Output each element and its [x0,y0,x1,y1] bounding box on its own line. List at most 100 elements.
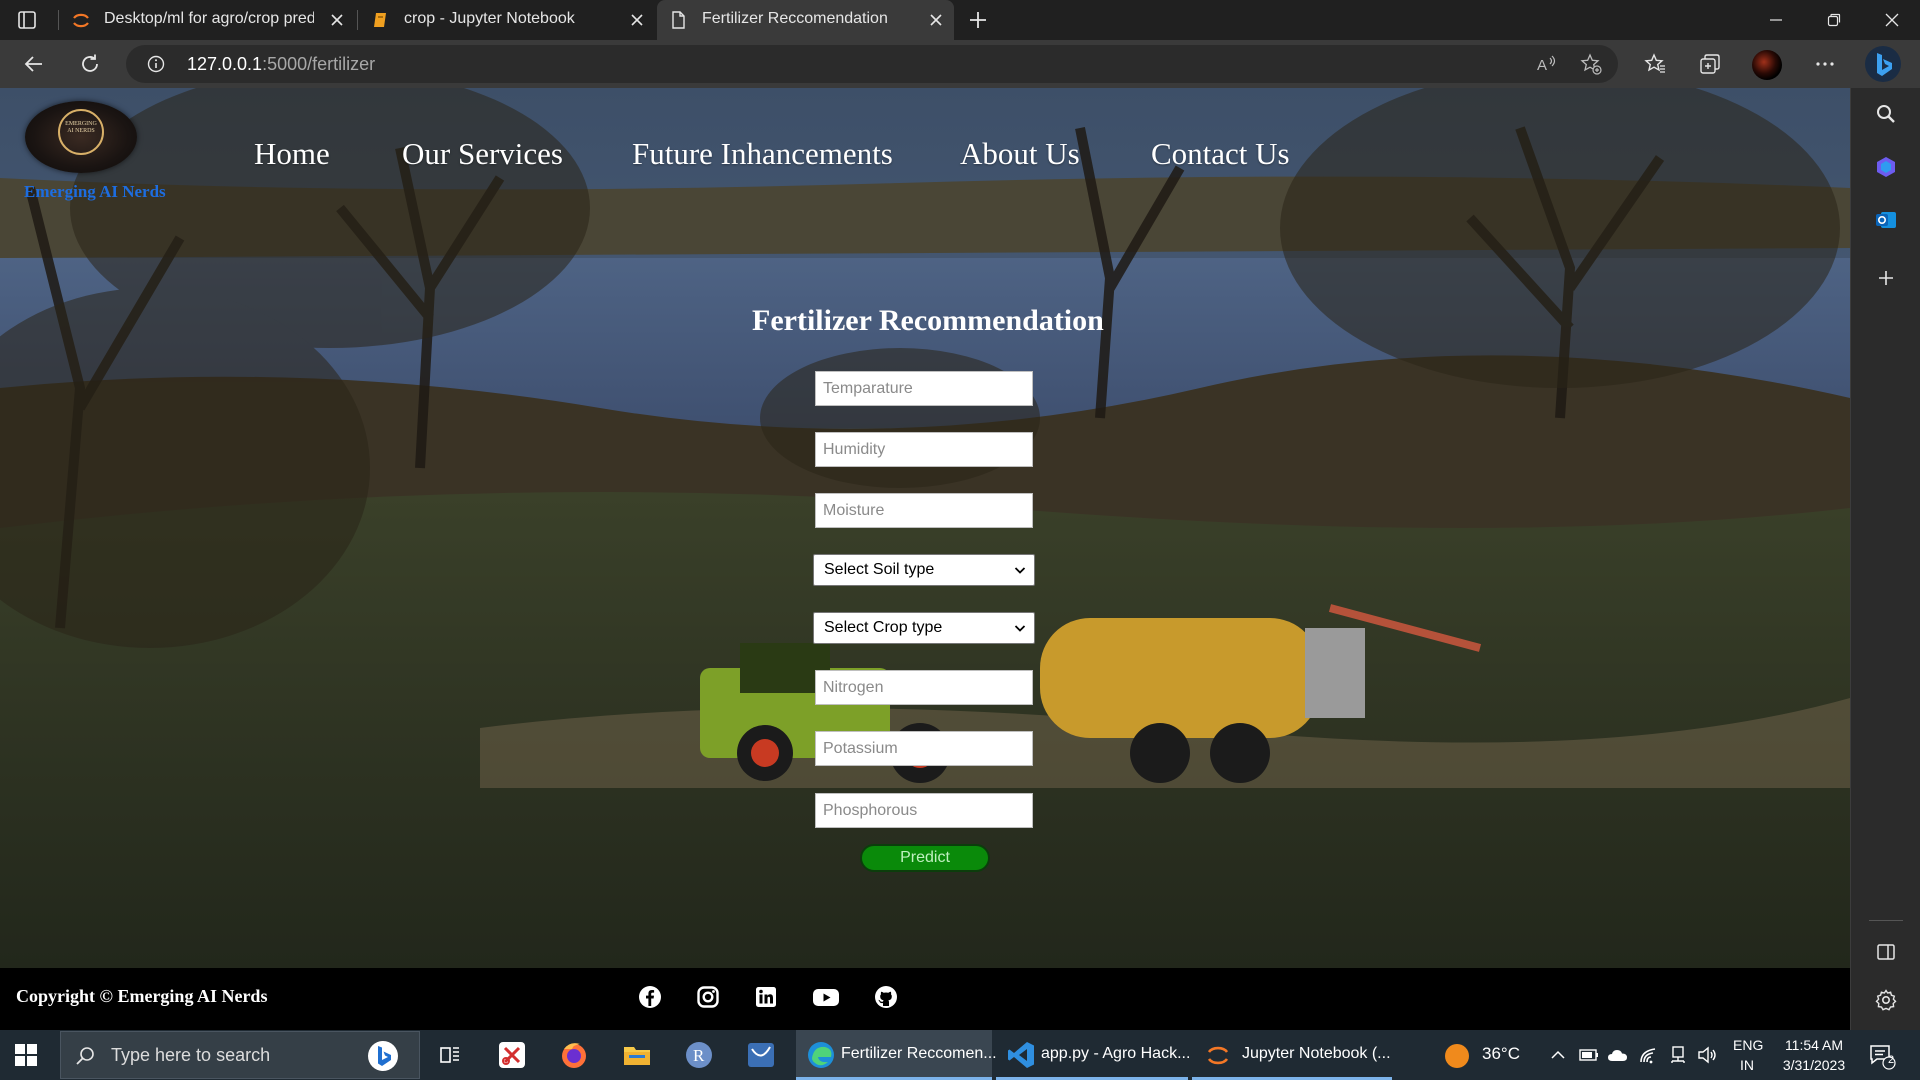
taskbar-app-jupyter[interactable]: Jupyter Notebook (... [1192,1030,1392,1080]
refresh-icon[interactable] [78,52,102,76]
browser-toolbar: 127.0.0.1:5000/fertilizer A [0,40,1920,88]
snip-sketch-icon[interactable] [745,1039,777,1071]
facebook-icon[interactable] [638,985,662,1009]
potassium-input[interactable] [815,731,1033,766]
taskbar-app-edge[interactable]: Fertilizer Reccomen... [796,1030,997,1080]
nitrogen-input[interactable] [815,670,1033,705]
firefox-icon[interactable] [558,1039,590,1071]
chevron-up-icon[interactable] [1550,1047,1566,1063]
read-aloud-icon[interactable]: A [1536,54,1558,74]
phosphorous-input[interactable] [815,793,1033,828]
tab-separator [357,10,358,30]
predict-button[interactable]: Predict [860,844,990,872]
farm-background-image [0,88,1850,968]
profile-avatar[interactable] [1752,50,1782,80]
minimize-button[interactable] [1748,0,1804,40]
url-text: 127.0.0.1:5000/fertilizer [187,54,375,75]
back-arrow-icon[interactable] [22,52,46,76]
notebook-icon [374,13,386,27]
site-footer: Copyright © Emerging AI Nerds [0,968,1850,1030]
tab-actions-icon[interactable] [16,9,38,31]
outlook-icon[interactable] [1874,208,1898,232]
weather-sun-icon[interactable] [1444,1043,1470,1069]
edge-sidebar [1850,88,1920,1030]
sidebar-toggle-icon[interactable] [1874,940,1898,964]
taskbar-app-label: Jupyter Notebook (... [1242,1045,1391,1062]
restore-icon [1827,13,1841,27]
soil-type-select[interactable]: Select Soil type [813,554,1035,586]
soil-type-value: Select Soil type [824,561,935,578]
onedrive-icon[interactable] [1607,1045,1629,1065]
volume-icon[interactable] [1696,1044,1718,1066]
jupyter-icon [1207,1046,1229,1065]
weather-temperature[interactable]: 36°C [1482,1044,1520,1064]
svg-text:A: A [1537,57,1547,74]
add-favorite-icon[interactable] [1580,53,1602,75]
new-tab-icon[interactable] [966,8,990,32]
tab-title: crop - Jupyter Notebook [404,10,575,27]
nav-contact-us[interactable]: Contact Us [1151,136,1290,172]
youtube-icon[interactable] [812,985,840,1009]
tab-title: Fertilizer Reccomendation [702,10,888,27]
chevron-down-icon [1014,567,1026,574]
tab-separator [58,10,59,30]
instagram-icon[interactable] [696,985,720,1009]
site-info-icon[interactable] [147,55,165,73]
collections-icon[interactable] [1698,52,1722,76]
taskbar-app-vscode[interactable]: app.py - Agro Hack... [996,1030,1190,1080]
logo-text: EMERGING AI NERDS [65,121,97,134]
url-path: :5000/fertilizer [262,54,376,74]
taskbar-app-label: Fertilizer Reccomen... [841,1045,997,1062]
network-icon[interactable] [1667,1044,1689,1066]
taskbar-search-box[interactable]: Type here to search [60,1031,420,1079]
wifi-icon[interactable] [1638,1044,1660,1066]
tab-crop-notebook[interactable]: crop - Jupyter Notebook [360,0,655,40]
moisture-input[interactable] [815,493,1033,528]
minimize-icon [1770,19,1782,21]
close-icon[interactable] [629,12,645,28]
site-brand-name: Emerging AI Nerds [24,182,166,201]
chevron-down-icon [1014,625,1026,632]
close-window-button[interactable] [1864,0,1920,40]
nav-about-us[interactable]: About Us [960,136,1080,172]
bing-chat-icon[interactable] [1864,45,1902,83]
site-logo[interactable]: EMERGING AI NERDS [25,101,137,173]
clock-time[interactable]: 11:54 AM [1782,1037,1846,1053]
task-view-icon[interactable] [434,1039,466,1071]
clock-date[interactable]: 3/31/2023 [1776,1057,1852,1073]
language-region[interactable]: IN [1740,1057,1754,1073]
battery-icon[interactable] [1578,1045,1600,1065]
nav-home[interactable]: Home [254,136,330,172]
snipping-tool-icon[interactable] [496,1039,528,1071]
add-icon[interactable] [1874,266,1898,290]
jupyter-icon [73,13,89,28]
address-bar[interactable]: 127.0.0.1:5000/fertilizer A [126,45,1618,83]
close-icon [1885,13,1899,27]
crop-type-select[interactable]: Select Crop type [813,612,1035,644]
favorites-icon[interactable] [1643,52,1667,76]
windows-start-icon[interactable] [14,1043,38,1067]
nav-future-inhancements[interactable]: Future Inhancements [632,136,893,172]
tab-fertilizer[interactable]: Fertilizer Reccomendation [657,0,954,40]
close-icon[interactable] [928,12,944,28]
discover-icon[interactable] [1874,155,1898,179]
nav-our-services[interactable]: Our Services [402,136,563,172]
bing-icon[interactable] [367,1040,399,1072]
tab-jupyter-tree[interactable]: Desktop/ml for agro/crop predic [60,0,355,40]
close-icon[interactable] [329,12,345,28]
crop-type-value: Select Crop type [824,619,943,636]
temperature-input[interactable] [815,371,1033,406]
restore-button[interactable] [1806,0,1862,40]
form-title: Fertilizer Recommendation [752,304,1104,337]
humidity-input[interactable] [815,432,1033,467]
github-icon[interactable] [874,985,898,1009]
search-icon[interactable] [1874,102,1898,126]
file-explorer-icon[interactable] [621,1039,653,1071]
linkedin-icon[interactable] [754,985,778,1009]
language-code[interactable]: ENG [1733,1037,1763,1053]
sidebar-divider [1869,920,1903,921]
r-app-icon[interactable]: R [683,1039,715,1071]
url-host: 127.0.0.1 [187,54,263,74]
settings-gear-icon[interactable] [1874,988,1898,1012]
more-options-icon[interactable] [1813,52,1837,76]
